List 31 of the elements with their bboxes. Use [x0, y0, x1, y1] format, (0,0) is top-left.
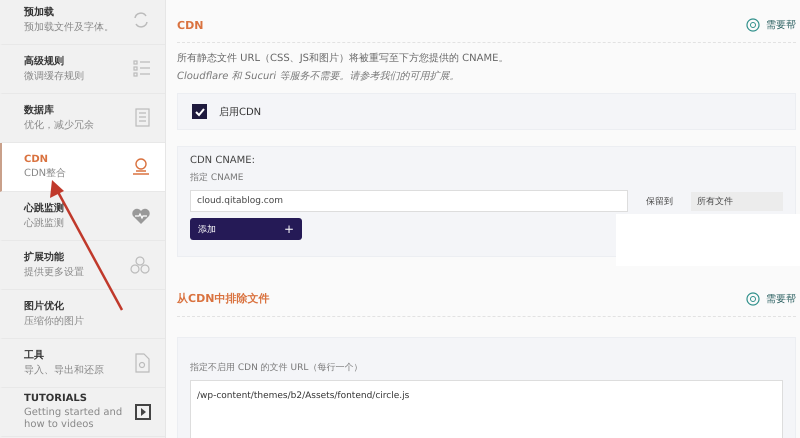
- exclude-textarea[interactable]: /wp-content/themes/b2/Assets/fontend/circle.js: [190, 380, 783, 438]
- sidebar-item[interactable]: 扩展功能 提供更多设置: [0, 241, 165, 290]
- play-icon: [135, 404, 151, 420]
- add-button[interactable]: 添加 +: [190, 218, 302, 240]
- field-label: 保留到: [646, 196, 674, 208]
- circles-icon: [129, 255, 151, 275]
- checkbox-label: 启用CDN: [219, 106, 262, 118]
- sidebar-item[interactable]: 高级规则 微调缓存规则: [0, 45, 165, 94]
- document-icon: [133, 108, 151, 128]
- sidebar-item[interactable]: TUTORIALS Getting started and how to videos: [0, 388, 165, 437]
- sidebar-item[interactable]: 图片优化 压缩你的图片: [0, 290, 165, 339]
- file-type-dropdown[interactable]: 所有文件: [691, 192, 783, 210]
- sidebar-item[interactable]: 预加载 预加载文件及字体。: [0, 0, 165, 45]
- section-title: CDN: [177, 18, 204, 32]
- note-text: Cloudflare 和 Sucuri 等服务不需要。请参考我们的可用扩展。: [177, 70, 460, 83]
- list-icon: [133, 59, 151, 79]
- field-label: 指定不启用 CDN 的文件 URL（每行一个）: [190, 362, 364, 374]
- help-icon: [746, 292, 760, 306]
- heart-icon: [131, 207, 151, 225]
- sidebar-item[interactable]: 工具 导入、导出和还原: [0, 339, 165, 388]
- section-title: 从CDN中排除文件: [177, 291, 270, 306]
- checkbox[interactable]: [192, 104, 207, 119]
- sidebar-item[interactable]: CDN CDN整合: [0, 143, 165, 192]
- field-label: 指定 CNAME: [190, 172, 244, 184]
- file-icon: [133, 353, 151, 373]
- field-heading: CDN CNAME:: [190, 155, 256, 166]
- description-text: 所有静态文件 URL（CSS、JS和图片）将被重写至下方您提供的 CNAME。: [177, 52, 510, 65]
- help-icon: [746, 18, 760, 32]
- help-link[interactable]: 需要帮: [766, 18, 796, 32]
- cname-input[interactable]: cloud.qitablog.com: [190, 190, 628, 212]
- help-link[interactable]: 需要帮: [766, 292, 796, 306]
